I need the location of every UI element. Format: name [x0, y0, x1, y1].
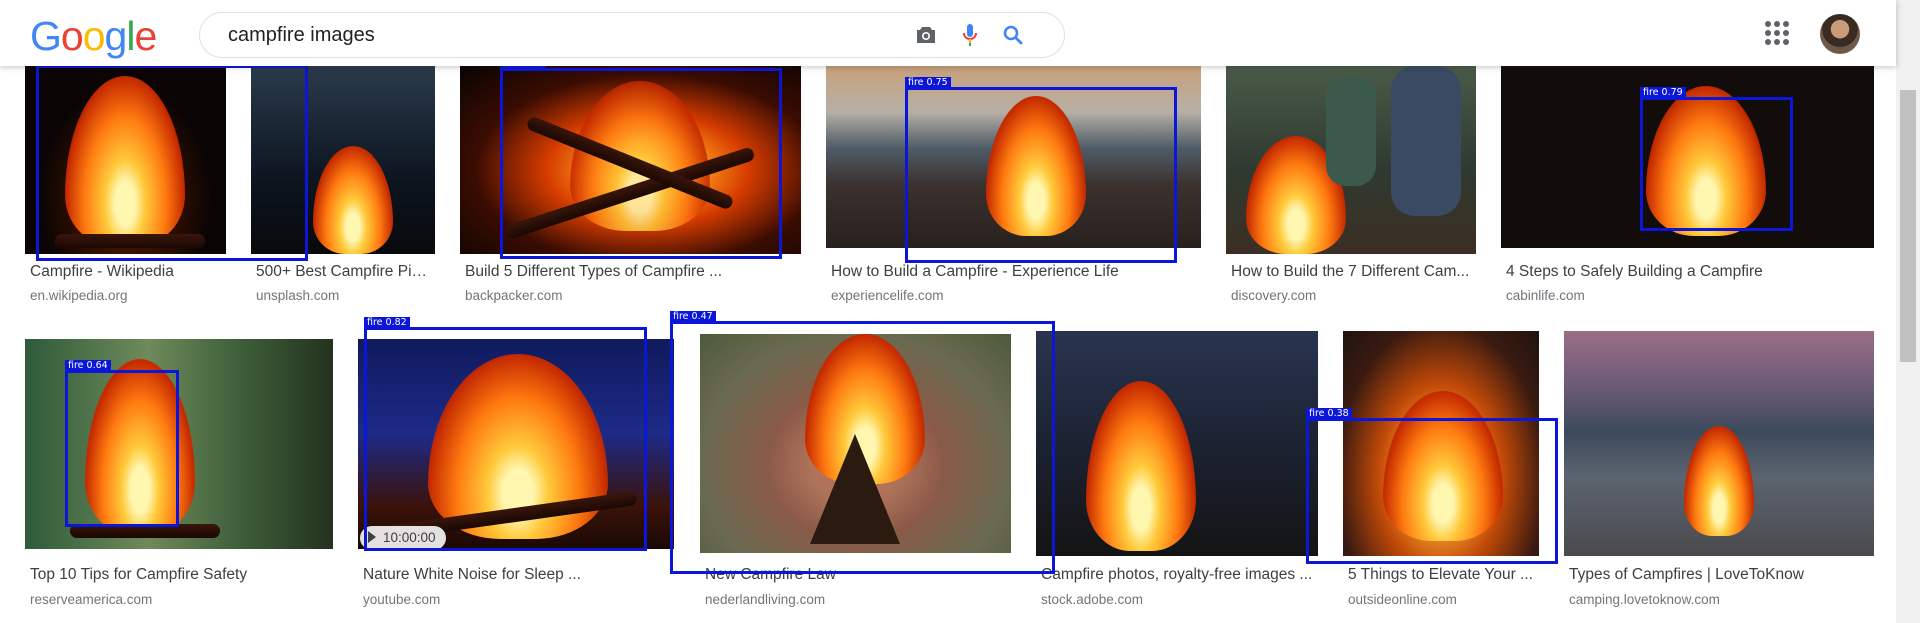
result-image[interactable] [358, 339, 674, 549]
video-duration-badge: 10:00:00 [360, 526, 446, 550]
result-image[interactable] [1036, 331, 1318, 556]
result-source[interactable]: cabinlife.com [1506, 288, 1585, 303]
result-image[interactable] [25, 339, 333, 549]
result-image[interactable] [826, 66, 1201, 248]
result-image[interactable] [1343, 331, 1539, 556]
result-source[interactable]: nederlandliving.com [705, 592, 825, 607]
detection-label: fire 0.47 [670, 311, 716, 323]
result-title[interactable]: 4 Steps to Safely Building a Campfire [1506, 263, 1866, 281]
search-icon[interactable] [1000, 22, 1026, 48]
detection-label: fire 0.82 [364, 317, 410, 329]
apps-grid-icon[interactable] [1765, 21, 1789, 45]
result-source[interactable]: en.wikipedia.org [30, 288, 128, 303]
result-image[interactable] [460, 66, 801, 254]
google-logo[interactable]: Google [30, 13, 157, 59]
avatar[interactable] [1820, 14, 1860, 54]
logo-letter: e [134, 13, 157, 59]
play-icon [368, 531, 376, 543]
result-title[interactable]: Nature White Noise for Sleep ... [363, 566, 663, 584]
logo-letter: G [30, 13, 62, 59]
logo-letter: l [126, 13, 135, 59]
result-title[interactable]: How to Build the 7 Different Cam... [1231, 263, 1471, 281]
duration-text: 10:00:00 [383, 530, 436, 545]
result-image[interactable] [700, 334, 1011, 553]
result-title[interactable]: Top 10 Tips for Campfire Safety [30, 566, 330, 584]
camera-icon[interactable] [913, 22, 939, 48]
result-image[interactable] [1501, 66, 1874, 248]
result-title[interactable]: 500+ Best Campfire Pic... [256, 263, 431, 281]
result-title[interactable]: Campfire photos, royalty-free images ... [1041, 566, 1316, 584]
logo-letter: o [82, 13, 106, 59]
result-image[interactable] [1564, 331, 1874, 556]
search-box [199, 12, 1065, 58]
result-source[interactable]: backpacker.com [465, 288, 563, 303]
result-title[interactable]: 5 Things to Elevate Your ... [1348, 566, 1533, 584]
result-title[interactable]: Build 5 Different Types of Campfire ... [465, 263, 795, 281]
result-source[interactable]: camping.lovetoknow.com [1569, 592, 1720, 607]
scrollbar-thumb[interactable] [1900, 90, 1916, 362]
result-image[interactable] [25, 66, 226, 254]
result-source[interactable]: discovery.com [1231, 288, 1316, 303]
header-bar: Google [0, 0, 1896, 66]
result-title[interactable]: Types of Campfires | LoveToKnow [1569, 566, 1869, 584]
result-source[interactable]: youtube.com [363, 592, 440, 607]
result-source[interactable]: reserveamerica.com [30, 592, 152, 607]
result-source[interactable]: unsplash.com [256, 288, 339, 303]
logo-letter: g [104, 13, 128, 59]
result-title[interactable]: New Campfire Law [705, 566, 1005, 584]
logo-letter: o [60, 13, 84, 59]
result-image[interactable] [251, 66, 435, 254]
result-title[interactable]: Campfire - Wikipedia [30, 263, 220, 281]
result-image[interactable] [1226, 66, 1476, 254]
result-source[interactable]: outsideonline.com [1348, 592, 1457, 607]
result-source[interactable]: experiencelife.com [831, 288, 944, 303]
result-title[interactable]: How to Build a Campfire - Experience Lif… [831, 263, 1196, 281]
search-input[interactable] [226, 22, 870, 48]
result-source[interactable]: stock.adobe.com [1041, 592, 1143, 607]
microphone-icon[interactable] [957, 22, 983, 48]
